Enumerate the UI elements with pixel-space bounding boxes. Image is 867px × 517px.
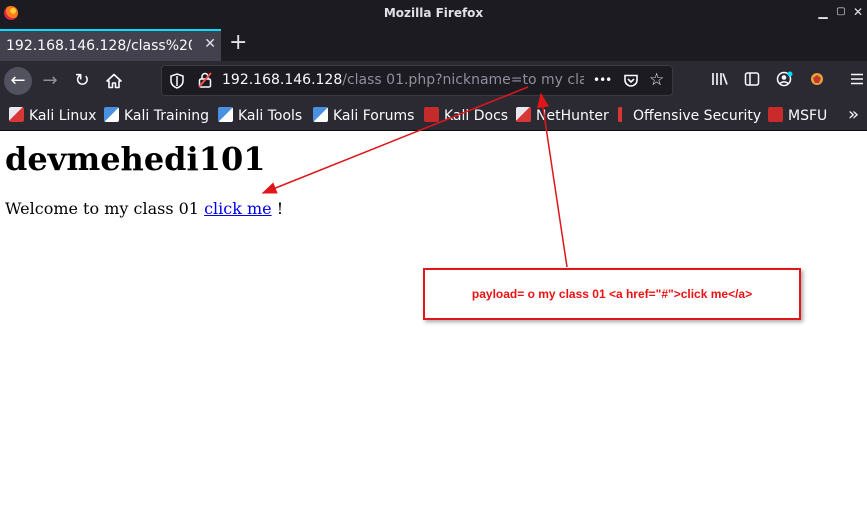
- url-path: /class 01.php?nickname=to my class: [342, 72, 584, 88]
- welcome-prefix: Welcome to my class 01: [5, 199, 205, 218]
- navigation-toolbar: ← → ↻ 192.168.146.128/class 01.php?nickn…: [0, 61, 867, 101]
- maximize-icon[interactable]: ▢: [833, 4, 849, 20]
- bookmark-label: Kali Docs: [444, 108, 509, 124]
- bookmark-label: NetHunter: [536, 108, 609, 124]
- close-window-icon[interactable]: ✕: [850, 4, 866, 20]
- home-icon: [106, 73, 122, 89]
- tab-strip: 192.168.146.128/class%20012 ✕ +: [0, 28, 867, 61]
- bookmark-label: Kali Tools: [238, 108, 303, 124]
- bookmark-star-icon[interactable]: ☆: [649, 70, 664, 90]
- tab-close-icon[interactable]: ✕: [204, 36, 216, 52]
- welcome-text: Welcome to my class 01 click me !: [5, 199, 283, 218]
- new-tab-button[interactable]: +: [229, 31, 247, 55]
- shield-icon[interactable]: [170, 73, 184, 89]
- tab-title: 192.168.146.128/class%20012: [6, 38, 192, 54]
- bookmark-kali-tools[interactable]: Kali Tools: [218, 107, 302, 125]
- extension-icon[interactable]: [808, 71, 826, 91]
- window-titlebar: Mozilla Firefox ▁ ▢ ✕: [0, 0, 867, 28]
- msfu-icon: [768, 107, 783, 122]
- page-heading: devmehedi101: [5, 140, 266, 178]
- library-icon[interactable]: [711, 71, 729, 91]
- url-host: 192.168.146.128: [222, 72, 343, 88]
- app-menu-icon[interactable]: [849, 71, 865, 91]
- bookmark-kali-forums[interactable]: Kali Forums: [313, 107, 414, 125]
- bookmark-kali-docs[interactable]: Kali Docs: [424, 107, 508, 125]
- bookmark-msfu[interactable]: MSFU: [768, 107, 827, 125]
- minimize-icon[interactable]: ▁: [815, 4, 831, 20]
- account-icon[interactable]: [776, 71, 794, 91]
- active-tab[interactable]: 192.168.146.128/class%20012 ✕: [0, 29, 221, 61]
- payload-annotation-text: payload= o my class 01 <a href="#">click…: [471, 287, 753, 301]
- bookmark-offensive-security[interactable]: Offensive Security: [618, 107, 761, 125]
- payload-annotation-box: payload= o my class 01 <a href="#">click…: [423, 268, 801, 320]
- pocket-icon[interactable]: [623, 74, 639, 88]
- bookmark-label: MSFU: [788, 108, 828, 124]
- forward-button[interactable]: →: [36, 67, 64, 95]
- nethunter-icon: [516, 107, 531, 122]
- page-actions-menu-icon[interactable]: •••: [593, 73, 612, 87]
- sidebar-icon[interactable]: [744, 71, 760, 91]
- click-me-link[interactable]: click me: [204, 199, 272, 218]
- bookmark-nethunter[interactable]: NetHunter: [516, 107, 609, 125]
- bookmark-kali-training[interactable]: Kali Training: [104, 107, 209, 125]
- home-button[interactable]: [100, 67, 128, 95]
- bookmark-label: Kali Linux: [29, 108, 97, 124]
- welcome-suffix: !: [271, 199, 284, 218]
- window-title: Mozilla Firefox: [383, 6, 484, 20]
- bookmark-label: Offensive Security: [633, 108, 762, 124]
- bookmark-kali-linux[interactable]: Kali Linux: [9, 107, 96, 125]
- kali-tools-icon: [218, 107, 233, 122]
- offensive-security-icon: [618, 107, 628, 122]
- reload-button[interactable]: ↻: [68, 67, 96, 95]
- bookmark-label: Kali Forums: [333, 108, 415, 124]
- kali-forums-icon: [313, 107, 328, 122]
- bookmarks-toolbar: Kali Linux Kali Training Kali Tools Kali…: [0, 101, 867, 131]
- kali-training-icon: [104, 107, 119, 122]
- bookmark-label: Kali Training: [124, 108, 209, 124]
- address-bar[interactable]: 192.168.146.128/class 01.php?nickname=to…: [161, 65, 673, 96]
- page-content: devmehedi101 Welcome to my class 01 clic…: [0, 131, 867, 517]
- bookmarks-overflow-icon[interactable]: »: [848, 104, 859, 125]
- url-text[interactable]: 192.168.146.128/class 01.php?nickname=to…: [222, 72, 584, 88]
- insecure-lock-icon[interactable]: [198, 72, 212, 88]
- kali-icon: [9, 107, 24, 122]
- back-button[interactable]: ←: [4, 67, 32, 95]
- kali-docs-icon: [424, 107, 439, 122]
